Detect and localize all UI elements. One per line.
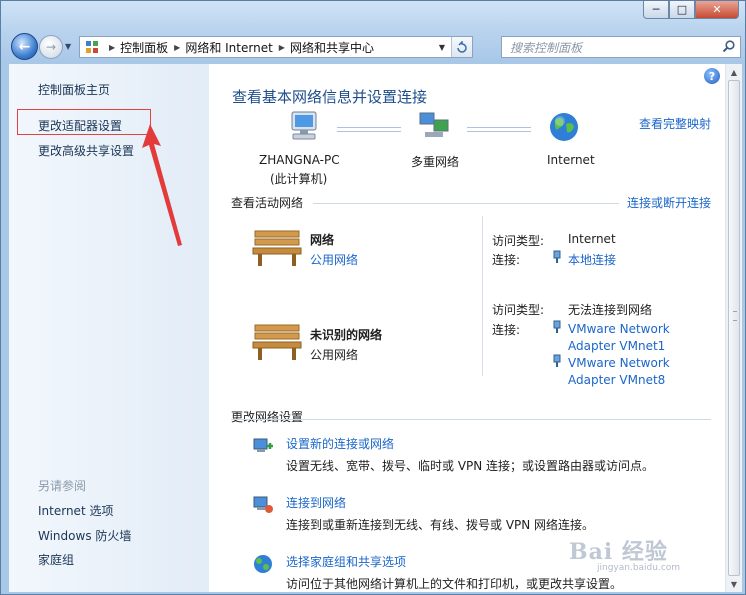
arrow-left-icon: ← xyxy=(18,38,31,55)
maximize-button[interactable]: □ xyxy=(669,1,695,19)
homegroup-icon xyxy=(254,555,272,573)
map-internet: Internet xyxy=(547,153,595,167)
task-homegroup-sharing-link[interactable]: 选择家庭组和共享选项 xyxy=(286,553,406,570)
task-setup-new-connection-link[interactable]: 设置新的连接或网络 xyxy=(286,435,394,452)
chevron-right-icon[interactable]: ▶ xyxy=(109,43,115,52)
see-also-heading: 另请参阅 xyxy=(38,479,87,493)
map-multiple-networks: 多重网络 xyxy=(411,155,460,169)
public-network-bench-icon xyxy=(252,324,302,360)
breadcrumb-network-sharing-center[interactable]: 网络和共享中心 xyxy=(290,39,374,56)
network-1-connection-label: 连接: xyxy=(492,253,521,267)
breadcrumb-network-internet[interactable]: 网络和 Internet xyxy=(185,39,272,56)
section-divider xyxy=(313,203,619,204)
network-2-vmnet8-link[interactable]: VMware Network Adapter VMnet8 xyxy=(568,355,670,389)
public-network-bench-icon xyxy=(252,230,302,266)
page-title: 查看基本网络信息并设置连接 xyxy=(232,88,428,106)
minimize-button[interactable]: ─ xyxy=(643,1,669,19)
refresh-button[interactable] xyxy=(451,37,472,57)
sidebar-item-change-adapter-settings[interactable]: 更改适配器设置 xyxy=(38,117,122,134)
search-box[interactable] xyxy=(501,36,741,58)
task-connect-to-network-desc: 连接到或重新连接到无线、有线、拨号或 VPN 网络连接。 xyxy=(286,518,595,532)
address-dropdown-icon[interactable]: ▼ xyxy=(434,37,450,57)
task-setup-new-connection-desc: 设置无线、宽带、拨号、临时或 VPN 连接；或设置路由器或访问点。 xyxy=(286,459,655,473)
arrow-right-icon: → xyxy=(45,40,57,54)
sidebar-item-advanced-sharing-settings[interactable]: 更改高级共享设置 xyxy=(38,142,134,159)
forward-button[interactable]: → xyxy=(39,35,63,59)
change-settings-heading: 更改网络设置 xyxy=(231,410,304,424)
chevron-right-icon[interactable]: ▶ xyxy=(174,43,180,52)
sidebar-item-control-panel-home[interactable]: 控制面板主页 xyxy=(38,81,110,98)
ethernet-icon xyxy=(553,250,561,263)
ethernet-icon xyxy=(553,354,561,367)
see-also-internet-options[interactable]: Internet 选项 xyxy=(38,502,113,519)
network-2-access-value: 无法连接到网络 xyxy=(568,303,653,317)
vmnet1-link-line-2[interactable]: Adapter VMnet1 xyxy=(568,338,670,355)
section-divider xyxy=(231,419,711,420)
network-2-category: 公用网络 xyxy=(310,348,359,362)
caption-buttons: ─ □ ✕ xyxy=(643,1,739,21)
breadcrumb: ▶ 控制面板 ▶ 网络和 Internet ▶ 网络和共享中心 xyxy=(103,39,374,56)
refresh-icon xyxy=(457,41,467,53)
map-connection-line xyxy=(337,127,401,132)
close-button[interactable]: ✕ xyxy=(695,1,739,19)
scroll-thumb[interactable] xyxy=(728,80,740,576)
network-1-category-link[interactable]: 公用网络 xyxy=(310,251,358,268)
chevron-right-icon[interactable]: ▶ xyxy=(279,43,285,52)
scroll-grip-icon xyxy=(733,311,737,321)
vmnet8-link-line-1[interactable]: VMware Network xyxy=(568,355,670,372)
network-column-divider xyxy=(482,216,483,376)
new-connection-icon xyxy=(253,438,273,452)
window-frame: ─ □ ✕ ← → ▼ ▶ 控制面板 ▶ 网络和 Internet ▶ 网络和共… xyxy=(0,0,746,595)
map-computer-sub: (此计算机) xyxy=(270,172,328,186)
watermark-url: jingyan.baidu.com xyxy=(597,563,681,573)
network-1-local-connection-link[interactable]: 本地连接 xyxy=(568,251,616,268)
map-computer-name: ZHANGNA-PC xyxy=(259,153,340,167)
breadcrumb-control-panel[interactable]: 控制面板 xyxy=(120,39,168,56)
map-connection-line xyxy=(467,127,531,132)
help-icon[interactable]: ? xyxy=(704,68,720,84)
multiple-networks-icon xyxy=(419,112,449,137)
watermark-logo: Bai 经验 xyxy=(569,539,668,565)
search-input[interactable] xyxy=(508,38,712,58)
scroll-up-icon[interactable]: ▲ xyxy=(726,64,742,80)
task-homegroup-sharing-desc: 访问位于其他网络计算机上的文件和打印机，或更改共享设置。 xyxy=(286,577,623,591)
connect-disconnect-link[interactable]: 连接或断开连接 xyxy=(627,194,711,211)
view-full-map-link[interactable]: 查看完整映射 xyxy=(639,115,711,132)
computer-icon xyxy=(291,111,317,140)
control-panel-icon xyxy=(86,41,98,53)
navigation-bar: ← → ▼ ▶ 控制面板 ▶ 网络和 Internet ▶ 网络和共享中心 ▼ xyxy=(7,33,741,61)
connect-network-icon xyxy=(253,496,273,513)
active-networks-heading: 查看活动网络 xyxy=(231,196,304,210)
internet-globe-icon xyxy=(550,113,578,141)
scroll-down-icon[interactable]: ▼ xyxy=(726,576,742,592)
search-icon[interactable] xyxy=(722,40,735,53)
see-also-homegroup[interactable]: 家庭组 xyxy=(38,551,74,568)
main-content: ? 查看基本网络信息并设置连接 查看完整映射 ZHANGNA-PC (此计算机)… xyxy=(209,64,725,592)
task-connect-to-network-link[interactable]: 连接到网络 xyxy=(286,494,346,511)
network-2-access-label: 访问类型: xyxy=(492,303,545,317)
network-2-name: 未识别的网络 xyxy=(310,328,383,342)
network-2-connection-label: 连接: xyxy=(492,323,521,337)
vertical-scrollbar[interactable]: ▲ ▼ xyxy=(725,64,742,592)
see-also-windows-firewall[interactable]: Windows 防火墙 xyxy=(38,527,131,544)
address-bar[interactable]: ▶ 控制面板 ▶ 网络和 Internet ▶ 网络和共享中心 ▼ xyxy=(79,36,473,58)
network-1-access-label: 访问类型: xyxy=(492,234,545,248)
ethernet-icon xyxy=(553,320,561,333)
network-1-access-value: Internet xyxy=(568,232,616,246)
back-button[interactable]: ← xyxy=(11,33,38,60)
network-2-vmnet1-link[interactable]: VMware Network Adapter VMnet1 xyxy=(568,321,670,355)
history-dropdown-icon[interactable]: ▼ xyxy=(65,42,71,51)
vmnet1-link-line-1[interactable]: VMware Network xyxy=(568,321,670,338)
network-1-name: 网络 xyxy=(310,233,335,247)
annotation-arrow-icon xyxy=(142,124,182,246)
vmnet8-link-line-2[interactable]: Adapter VMnet8 xyxy=(568,372,670,389)
